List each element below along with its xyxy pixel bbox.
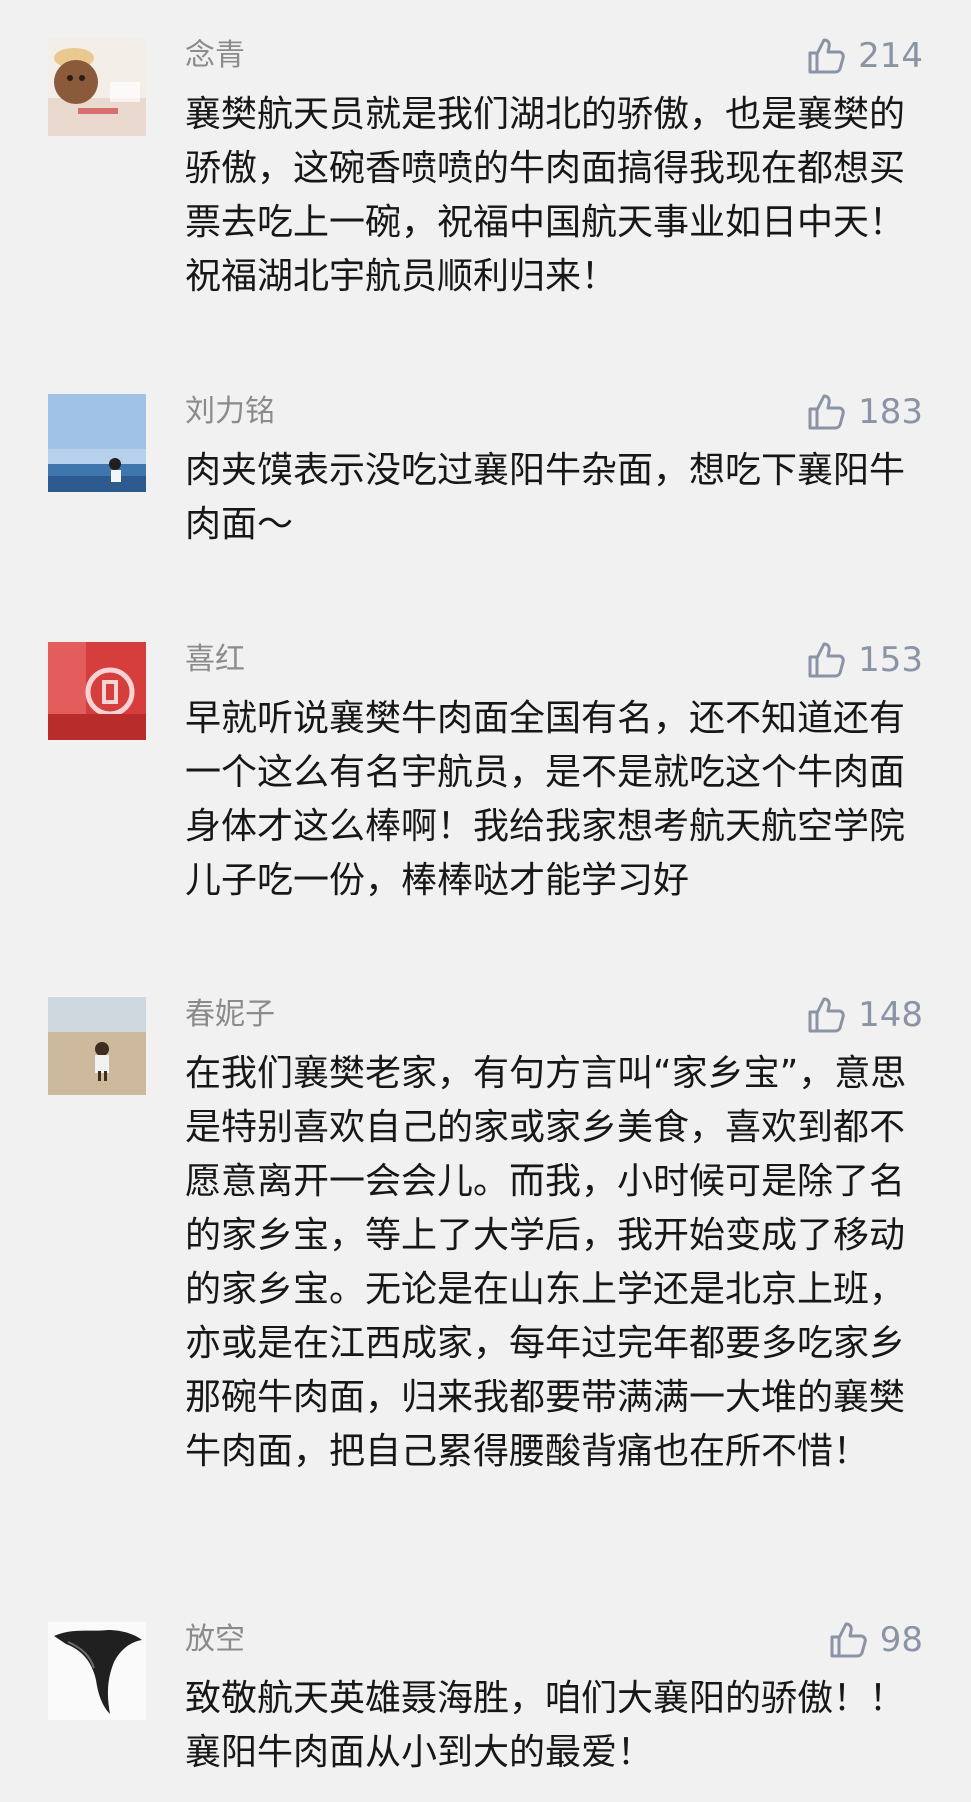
- comment-text: 肉夹馍表示没吃过襄阳牛杂面，想吃下襄阳牛肉面～: [185, 450, 906, 545]
- like-count: 98: [879, 1620, 923, 1660]
- thumbs-up-icon: [806, 995, 846, 1035]
- comment-item: 刘力铭 183 肉夹馍表示没吃过襄阳牛杂面，想吃下襄阳牛肉面～: [0, 392, 971, 545]
- comment-text: 早就听说襄樊牛肉面全国有名，还不知道还有一个这么有名宇航员，是不是就吃这个牛肉面…: [185, 698, 906, 901]
- comment-item: 放空 98 致敬航天英雄聂海胜，咱们大襄阳的骄傲！！襄阳牛肉面从小到大的最爱！: [0, 1620, 971, 1773]
- like-count: 148: [858, 995, 923, 1035]
- avatar[interactable]: [48, 394, 146, 492]
- comment-username[interactable]: 喜红: [185, 642, 245, 678]
- avatar-image: [48, 394, 146, 492]
- avatar[interactable]: [48, 1622, 146, 1720]
- avatar-image: [48, 642, 146, 740]
- comment-username[interactable]: 春妮子: [185, 997, 275, 1033]
- like-count: 214: [858, 36, 923, 76]
- comment-username[interactable]: 念青: [185, 38, 245, 74]
- avatar[interactable]: [48, 38, 146, 136]
- comment-item: 念青 214 襄樊航天员就是我们湖北的骄傲，也是襄樊的骄傲，这碗香喷喷的牛肉面搞…: [0, 36, 971, 297]
- comment-list: 念青 214 襄樊航天员就是我们湖北的骄傲，也是襄樊的骄傲，这碗香喷喷的牛肉面搞…: [0, 0, 971, 1802]
- avatar-image: [48, 38, 146, 136]
- thumbs-up-icon: [806, 36, 846, 76]
- comment-username[interactable]: 放空: [185, 1622, 245, 1658]
- comment-username[interactable]: 刘力铭: [185, 394, 275, 430]
- comment-text: 襄樊航天员就是我们湖北的骄傲，也是襄樊的骄傲，这碗香喷喷的牛肉面搞得我现在都想买…: [185, 94, 906, 297]
- like-button[interactable]: 98: [828, 1620, 923, 1660]
- avatar-image: [48, 997, 146, 1095]
- like-button[interactable]: 148: [806, 995, 923, 1035]
- comment-text: 致敬航天英雄聂海胜，咱们大襄阳的骄傲！！襄阳牛肉面从小到大的最爱！: [185, 1678, 906, 1773]
- like-count: 153: [858, 640, 923, 680]
- avatar[interactable]: [48, 997, 146, 1095]
- comment-item: 喜红 153 早就听说襄樊牛肉面全国有名，还不知道还有一个这么有名宇航员，是不是…: [0, 640, 971, 902]
- avatar-image: [48, 1622, 146, 1720]
- comment-item: 春妮子 148 在我们襄樊老家，有句方言叫“家乡宝”，意思是特别喜欢自己的家或家…: [0, 995, 971, 1517]
- thumbs-up-icon: [828, 1620, 868, 1660]
- avatar[interactable]: [48, 642, 146, 740]
- thumbs-up-icon: [806, 392, 846, 432]
- like-count: 183: [858, 392, 923, 432]
- comment-text: 在我们襄樊老家，有句方言叫“家乡宝”，意思是特别喜欢自己的家或家乡美食，喜欢到都…: [185, 1053, 907, 1472]
- thumbs-up-icon: [806, 640, 846, 680]
- like-button[interactable]: 153: [806, 640, 923, 680]
- like-button[interactable]: 214: [806, 36, 923, 76]
- like-button[interactable]: 183: [806, 392, 923, 432]
